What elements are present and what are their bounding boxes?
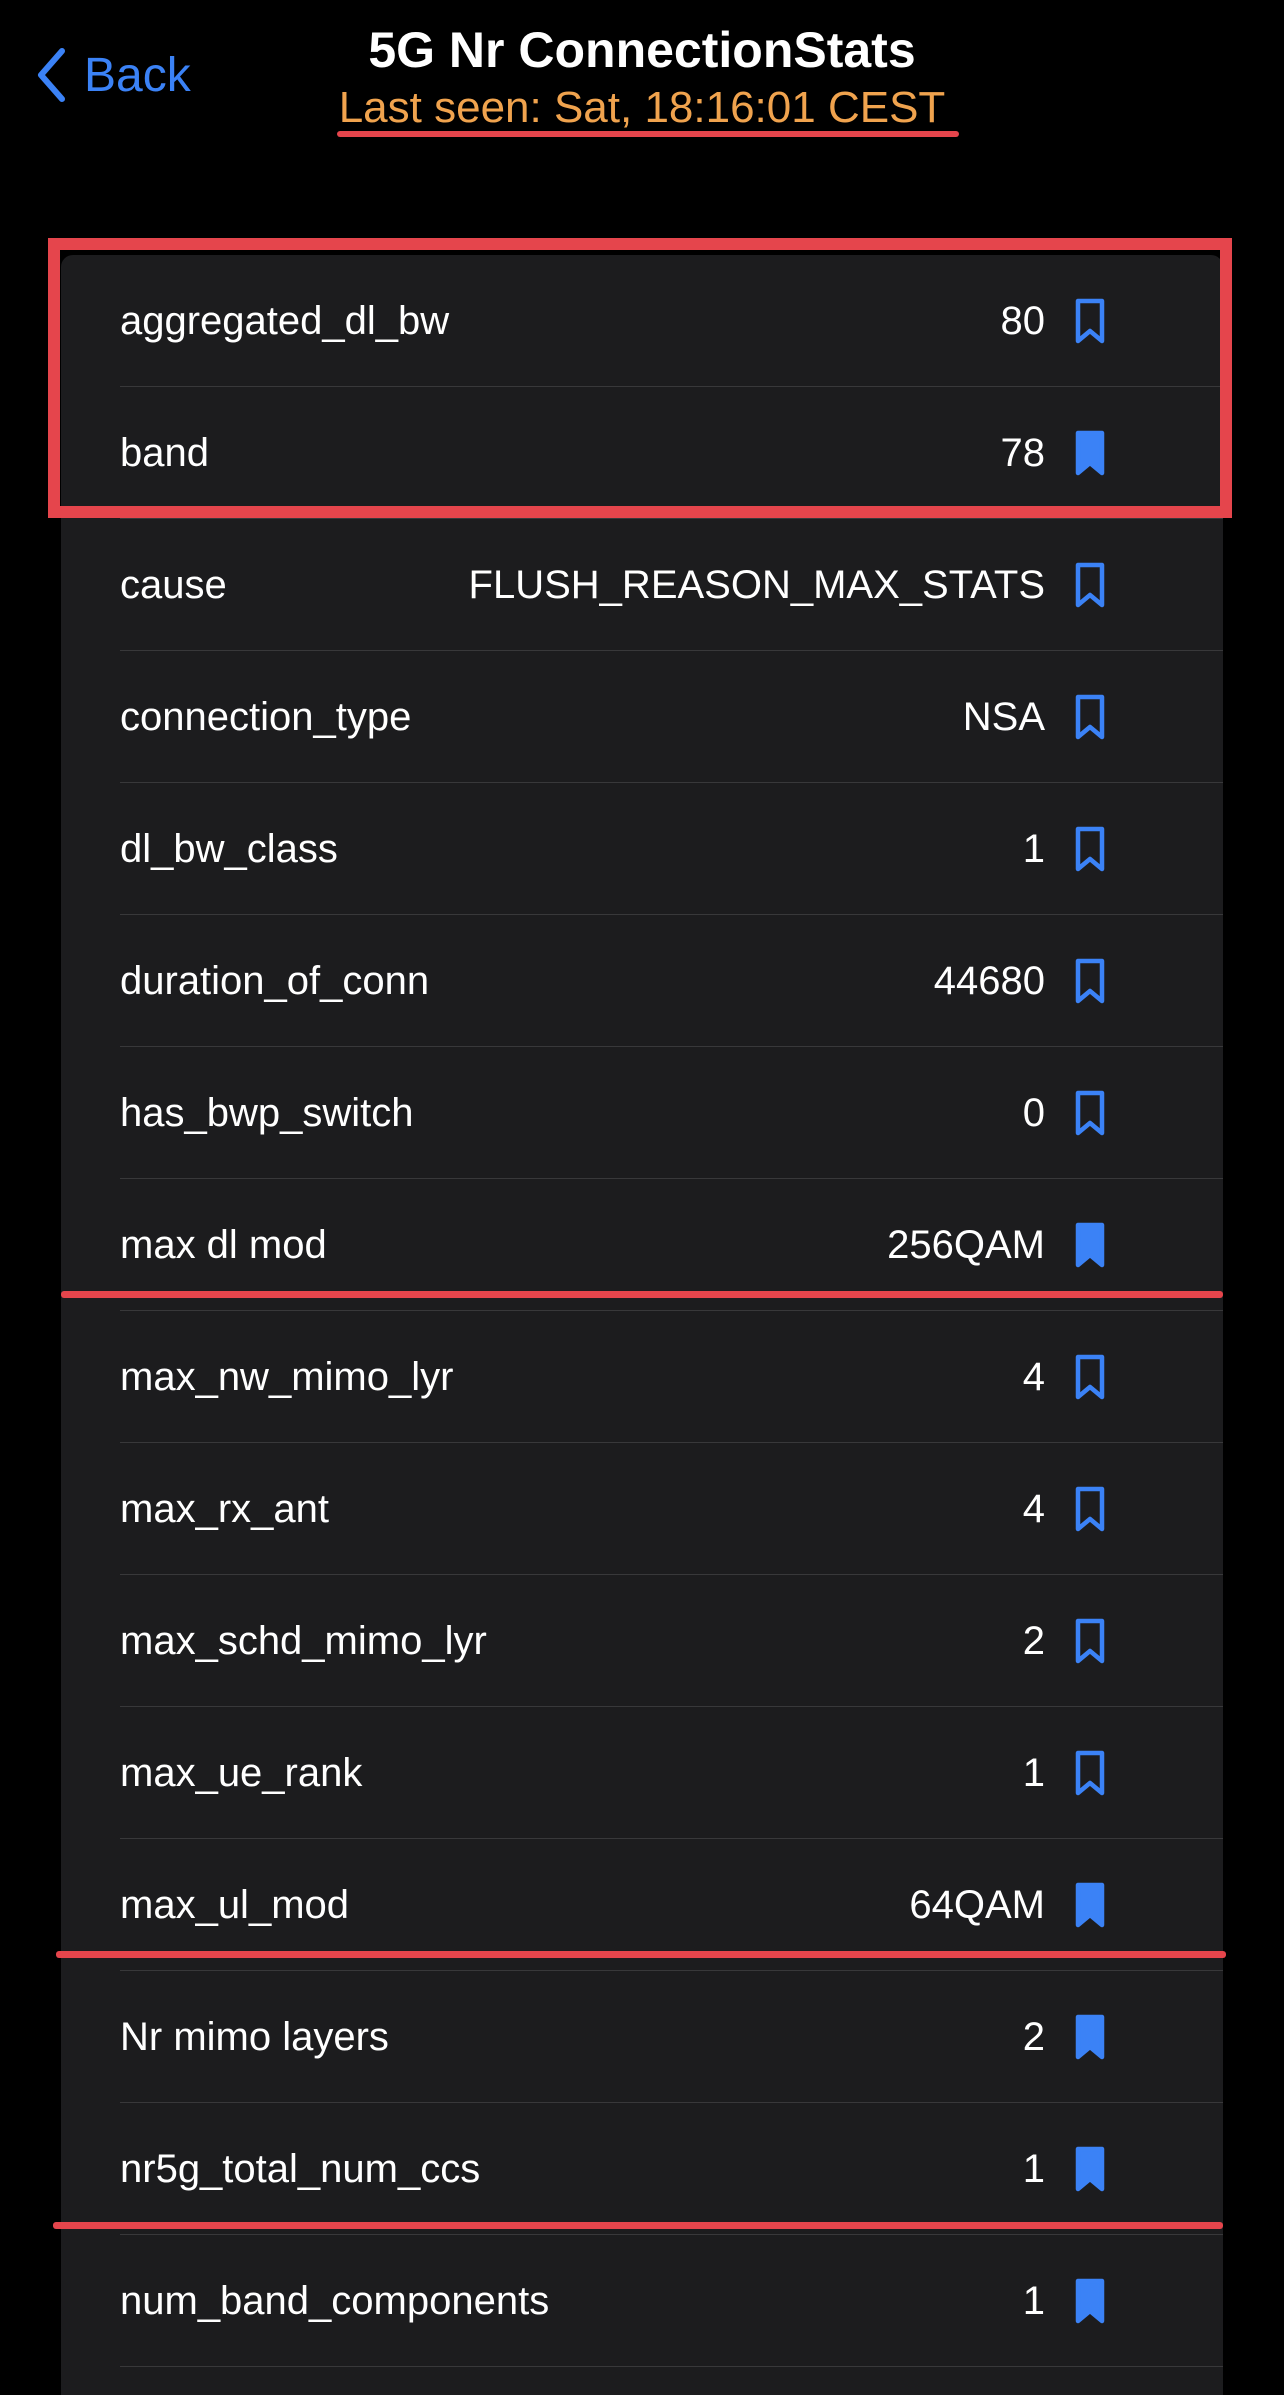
row-value: 1 xyxy=(1022,2278,1045,2323)
bookmark-outline-icon[interactable] xyxy=(1074,1090,1106,1136)
row-value: 256QAM xyxy=(887,1222,1045,1267)
list-item[interactable]: has_bwp_switch 0 xyxy=(61,1047,1223,1179)
row-label: max_rx_ant xyxy=(120,1486,329,1531)
annotation-line xyxy=(61,1291,1223,1298)
bookmark-filled-icon[interactable] xyxy=(1074,2278,1106,2324)
list-item[interactable]: nr5g_total_num_ccs 1 xyxy=(61,2103,1223,2235)
row-value: 0 xyxy=(1022,1090,1045,1135)
list-item[interactable]: dl_bw_class 1 xyxy=(61,783,1223,915)
bookmark-outline-icon[interactable] xyxy=(1074,1486,1106,1532)
row-label: max dl mod xyxy=(120,1222,327,1267)
list-item[interactable]: num_band_components 1 xyxy=(61,2235,1223,2367)
row-label: nr5g_total_num_ccs xyxy=(120,2146,481,2191)
row-value: NSA xyxy=(962,694,1045,739)
row-value: 1 xyxy=(1022,2146,1045,2191)
row-label: max_ue_rank xyxy=(120,1750,363,1795)
row-value: FLUSH_REASON_MAX_STATS xyxy=(468,562,1045,607)
row-value: 4 xyxy=(1022,1486,1045,1531)
annotation-highlight-box xyxy=(48,238,1232,518)
list-item[interactable]: connection_type NSA xyxy=(61,651,1223,783)
title-block: 5G Nr ConnectionStats Last seen: Sat, 18… xyxy=(0,20,1284,136)
bookmark-outline-icon[interactable] xyxy=(1074,826,1106,872)
row-label: duration_of_conn xyxy=(120,958,430,1003)
bookmark-filled-icon[interactable] xyxy=(1074,1222,1106,1268)
navigation-bar: Back 5G Nr ConnectionStats Last seen: Sa… xyxy=(0,0,1284,200)
bookmark-filled-icon[interactable] xyxy=(1074,2146,1106,2192)
row-label: max_schd_mimo_lyr xyxy=(120,1618,487,1663)
annotation-line xyxy=(56,1951,1226,1958)
bookmark-filled-icon[interactable] xyxy=(1074,1882,1106,1928)
bookmark-outline-icon[interactable] xyxy=(1074,1750,1106,1796)
row-value: 64QAM xyxy=(909,1882,1045,1927)
bookmark-filled-icon[interactable] xyxy=(1074,2014,1106,2060)
bookmark-outline-icon[interactable] xyxy=(1074,1618,1106,1664)
list-item[interactable]: Nr mimo layers 2 xyxy=(61,1971,1223,2103)
list-item[interactable]: duration_of_conn 44680 xyxy=(61,915,1223,1047)
row-label: max_nw_mimo_lyr xyxy=(120,1354,454,1399)
row-label: num_band_components xyxy=(120,2278,550,2323)
bookmark-outline-icon[interactable] xyxy=(1074,562,1106,608)
row-value: 1 xyxy=(1022,1750,1045,1795)
list-item[interactable]: max_nw_mimo_lyr 4 xyxy=(61,1311,1223,1443)
row-value: 1 xyxy=(1022,826,1045,871)
annotation-underline xyxy=(337,131,959,137)
list-item[interactable]: max_rx_ant 4 xyxy=(61,1443,1223,1575)
row-value: 2 xyxy=(1022,1618,1045,1663)
row-value: 44680 xyxy=(933,958,1045,1003)
row-label: cause xyxy=(120,562,227,607)
row-label: connection_type xyxy=(120,694,412,739)
annotation-line xyxy=(53,2222,1223,2229)
row-label: max_ul_mod xyxy=(120,1882,350,1927)
list-item[interactable]: cause FLUSH_REASON_MAX_STATS xyxy=(61,519,1223,651)
list-item[interactable]: max_schd_mimo_lyr 2 xyxy=(61,1575,1223,1707)
list-item[interactable]: max_ue_rank 1 xyxy=(61,1707,1223,1839)
row-label: Nr mimo layers xyxy=(120,2014,389,2059)
row-value: 2 xyxy=(1022,2014,1045,2059)
bookmark-outline-icon[interactable] xyxy=(1074,694,1106,740)
stats-list: aggregated_dl_bw 80 band 78 cause FLUSH_REASO… xyxy=(61,255,1223,2395)
bookmark-outline-icon[interactable] xyxy=(1074,958,1106,1004)
row-value: 4 xyxy=(1022,1354,1045,1399)
bookmark-outline-icon[interactable] xyxy=(1074,1354,1106,1400)
page-title: 5G Nr ConnectionStats xyxy=(368,22,916,78)
last-seen-subtitle: Last seen: Sat, 18:16:01 CEST xyxy=(338,83,946,132)
row-label: has_bwp_switch xyxy=(120,1090,414,1135)
row-label: dl_bw_class xyxy=(120,826,338,871)
